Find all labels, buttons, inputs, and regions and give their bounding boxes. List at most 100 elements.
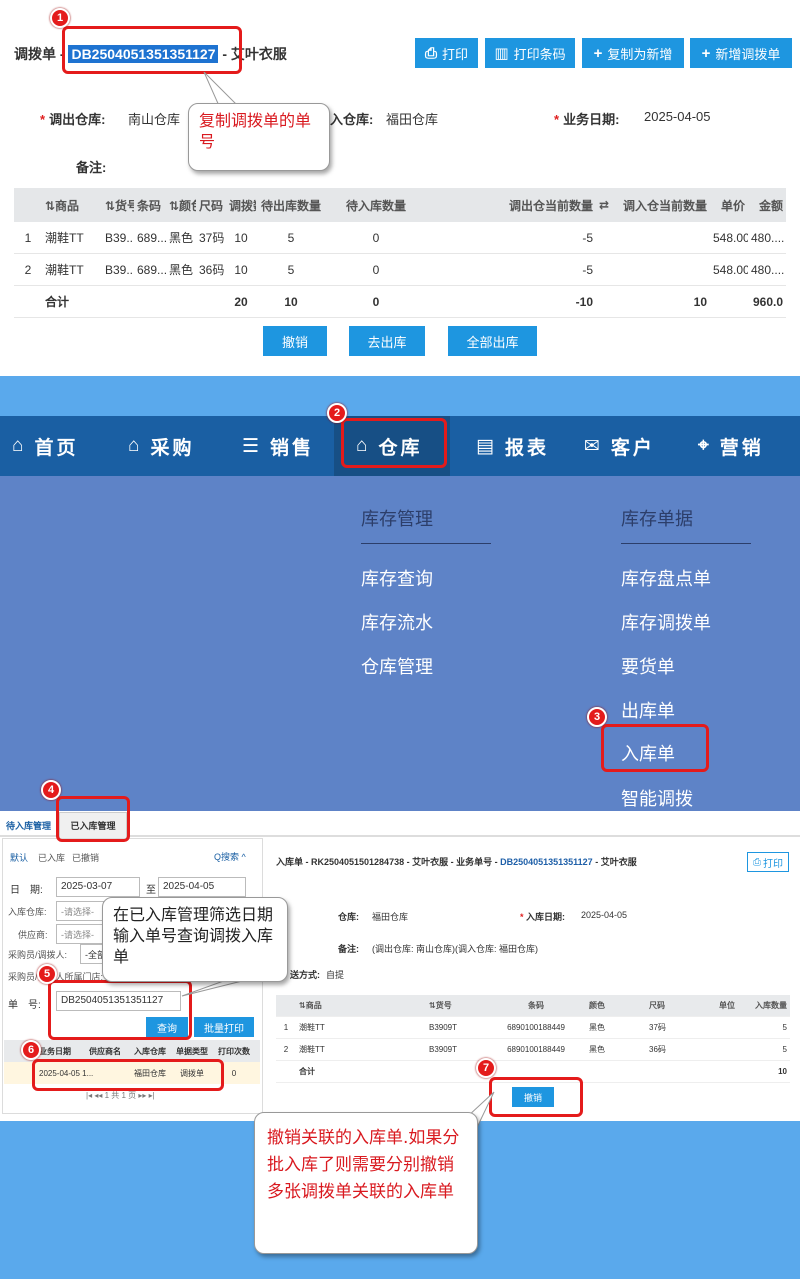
highlight-warehouse-nav [341, 418, 447, 468]
nav-marketing[interactable]: ⌖ 营销 [698, 416, 764, 476]
step-badge-6: 6 [21, 1040, 41, 1060]
revoke-button[interactable]: 撤销 [263, 326, 327, 356]
table-row: 1 潮鞋TT B3909T 6890100188449 黑色 37码 5 [276, 1017, 790, 1039]
divider [621, 543, 751, 544]
in-warehouse-select[interactable]: -请选择- [56, 901, 104, 921]
cell: 业务日期 [39, 1046, 71, 1056]
supplier-select[interactable]: -请选择- [56, 924, 104, 944]
plus-icon: + [593, 44, 603, 62]
highlight-inbound-menu [601, 724, 709, 772]
cell: 36码 [199, 263, 225, 277]
menu-requisition[interactable]: 要货单 [621, 653, 675, 679]
callout-copy-number: 复制调拨单的单号 [188, 103, 330, 171]
stock-management-header: 库存管理 [361, 509, 433, 529]
cell: B39... [105, 230, 134, 245]
nav-purchase[interactable]: ⌂ 采购 [128, 416, 195, 476]
nav-sales[interactable]: ☰ 销售 [242, 416, 314, 476]
copy-as-new-button[interactable]: + 复制为新增 [582, 38, 684, 68]
print-button[interactable]: ⎙ 打印 [415, 38, 478, 68]
mail-icon: ✉ [584, 435, 603, 457]
remark-label: 备注: [76, 160, 107, 175]
filter-tab-revoked[interactable]: 已撤销 [72, 851, 99, 864]
basket-icon: ⌂ [128, 435, 143, 456]
menu-smart-transfer[interactable]: 智能调拨 [621, 785, 693, 811]
chevron-up-icon: ^ [239, 852, 246, 862]
cell: B39... [105, 262, 134, 277]
cell: 打印次数 [218, 1046, 250, 1056]
tab-pending-inbound[interactable]: 待入库管理 [6, 819, 51, 832]
nav-customers[interactable]: ✉ 客户 [584, 416, 655, 476]
menu-stocktake[interactable]: 库存盘点单 [621, 565, 711, 591]
nav-home[interactable]: ⌂ 首页 [12, 416, 79, 476]
highlight-docno-query [48, 980, 192, 1040]
cell: 入库仓库 [134, 1046, 166, 1056]
cell: -5 [582, 230, 593, 245]
cell: 5 [782, 1023, 787, 1032]
table-header: ⇅商品 ⇅货号 条码 颜色 尺码 单位 入库数量 [276, 995, 790, 1017]
callout-query-inbound: 在已入库管理筛选日期输入单号查询调拨入库单 [102, 897, 288, 982]
detail-remark-value: (调出仓库: 南山仓库)(调入仓库: 福田仓库) [372, 944, 538, 954]
table-total-row: 合计 20 10 0 -10 10 960.0 [14, 286, 786, 318]
cell: 单价 [720, 198, 745, 213]
cell: 6890100188449 [507, 1023, 565, 1032]
out-warehouse-label: * 调出仓库: [40, 112, 106, 127]
callout-revoke-inbound: 撤销关联的入库单.如果分批入库了则需要分别撤销多张调拨单关联的入库单 [254, 1112, 478, 1254]
cell: 5 [782, 1045, 787, 1054]
detail-wh-label: 仓库: [338, 912, 359, 922]
cell: 1 [283, 1023, 289, 1032]
table-row: 2 潮鞋TT B39... 689... 黑色 36码 10 5 0 -5 548.00 480...… [14, 254, 786, 286]
batch-print-button[interactable]: 批量打印 [194, 1017, 254, 1037]
cell: 10 [693, 294, 707, 309]
cell: B3909T [429, 1023, 458, 1032]
new-transfer-button[interactable]: + 新增调拨单 [690, 38, 792, 68]
filter-tab-default[interactable]: 默认 [10, 851, 28, 864]
nav-reports[interactable]: ▤ 报表 [476, 416, 549, 476]
pager[interactable]: |◂ ◂◂ 1 共 1 页 ▸▸ ▸| [86, 1090, 155, 1101]
cell: 960.0 [752, 294, 783, 309]
cell: B3909T [429, 1045, 458, 1054]
all-outbound-button[interactable]: 全部出库 [448, 326, 537, 356]
cell: 480.... [751, 262, 785, 277]
date-from-input[interactable]: 2025-03-07 [56, 877, 140, 897]
cell: 供应商名 [89, 1046, 121, 1056]
cell: 10 [778, 1067, 787, 1076]
cell: 尺码 [199, 198, 224, 213]
detail-print-button[interactable]: ⎙ 打印 [747, 852, 789, 872]
step-badge-7: 7 [476, 1058, 496, 1078]
cell: -10 [575, 294, 593, 309]
cell: 潮鞋TT [299, 1023, 325, 1032]
cell: 548.00 [713, 230, 748, 245]
print-barcode-button[interactable]: ▥ 打印条码 [485, 38, 575, 68]
cell: 黑色 [589, 1045, 605, 1054]
step-badge-4: 4 [41, 780, 61, 800]
cell: 37码 [199, 231, 225, 245]
cell: 合计 [299, 1067, 315, 1076]
cell: 0 [372, 262, 380, 277]
cell: 入库数量 [755, 1001, 787, 1010]
filter-tab-stored[interactable]: 已入库 [38, 851, 65, 864]
supplier-label: 供应商: [18, 930, 48, 940]
menu-outbound[interactable]: 出库单 [621, 697, 675, 723]
cell: 待出库数量 [260, 198, 321, 213]
cell: 单位 [719, 1001, 735, 1010]
cell: ⇅货号 [105, 198, 134, 213]
menu-stock-query[interactable]: 库存查询 [361, 565, 433, 591]
cell: 37码 [649, 1023, 666, 1032]
in-warehouse-label: 入仓库: [330, 112, 374, 127]
menu-stock-transfer[interactable]: 库存调拨单 [621, 609, 711, 635]
docno-label: 单 号: [8, 1000, 41, 1011]
transfer-items-table: ⇅商品 ⇅货号条码 ⇅颜色尺码调拨数待出库数量 待入库数量 调出仓当前数量 ⇄ 调入仓当前数… [14, 188, 786, 318]
cell: 调出仓当前数量 [508, 198, 593, 213]
cell: ⇅货号 [429, 1001, 452, 1010]
date-to-input[interactable]: 2025-04-05 [158, 877, 246, 897]
cell: -5 [582, 262, 593, 277]
cell: 0 [372, 294, 380, 309]
cell: 10 [284, 294, 298, 309]
tag-icon: ⌖ [698, 435, 712, 456]
go-outbound-button[interactable]: 去出库 [349, 326, 425, 356]
menu-warehouse-management[interactable]: 仓库管理 [361, 653, 433, 679]
menu-stock-flow[interactable]: 库存流水 [361, 609, 433, 635]
search-toggle[interactable]: Q搜索 ^ [214, 850, 246, 863]
cell: 689... [137, 262, 166, 277]
detail-doc-number: DB2504051351351127 [500, 857, 593, 867]
